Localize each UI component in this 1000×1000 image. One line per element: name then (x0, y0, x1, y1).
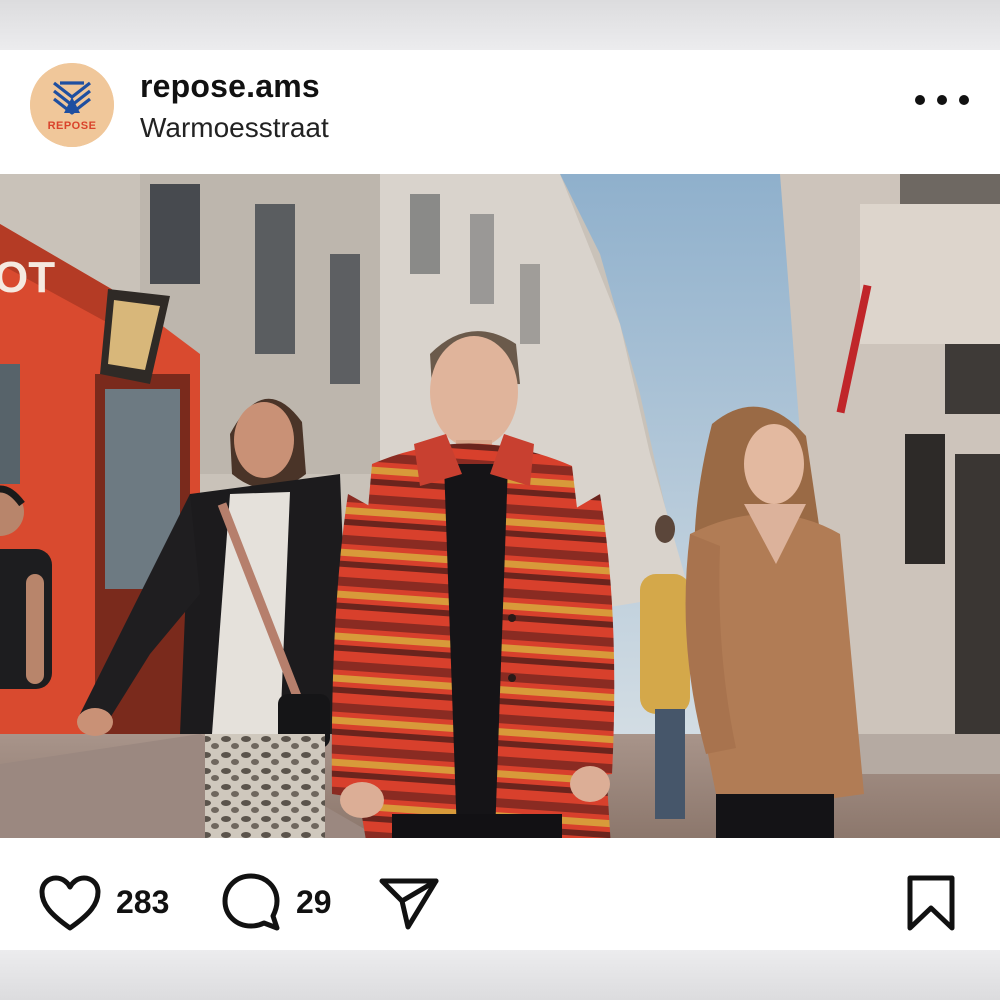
action-bar: 283 29 (0, 838, 1000, 950)
paper-plane-icon[interactable] (378, 875, 440, 931)
location-link[interactable]: Warmoesstraat (140, 112, 329, 144)
street-photo: OT (0, 174, 1000, 838)
more-options-icon[interactable] (915, 88, 969, 112)
repose-logo: REPOSE (30, 63, 114, 147)
avatar[interactable]: REPOSE (30, 63, 114, 147)
top-backdrop (0, 0, 1000, 50)
svg-text:REPOSE: REPOSE (48, 120, 97, 132)
more-dot (915, 95, 925, 105)
more-dot (959, 95, 969, 105)
comment-count[interactable]: 29 (296, 884, 332, 921)
comment-bubble-icon[interactable] (220, 871, 282, 933)
username[interactable]: repose.ams (140, 68, 320, 105)
post-photo[interactable]: OT (0, 174, 1000, 838)
svg-text:OT: OT (0, 253, 55, 302)
bookmark-icon[interactable] (905, 874, 957, 932)
heart-icon[interactable] (38, 874, 102, 932)
post-card: REPOSE repose.ams Warmoesstraat OT 283 2… (0, 50, 1000, 950)
more-dot (937, 95, 947, 105)
like-count[interactable]: 283 (116, 884, 169, 921)
bottom-backdrop (0, 950, 1000, 1000)
post-header: REPOSE repose.ams Warmoesstraat (0, 50, 1000, 174)
